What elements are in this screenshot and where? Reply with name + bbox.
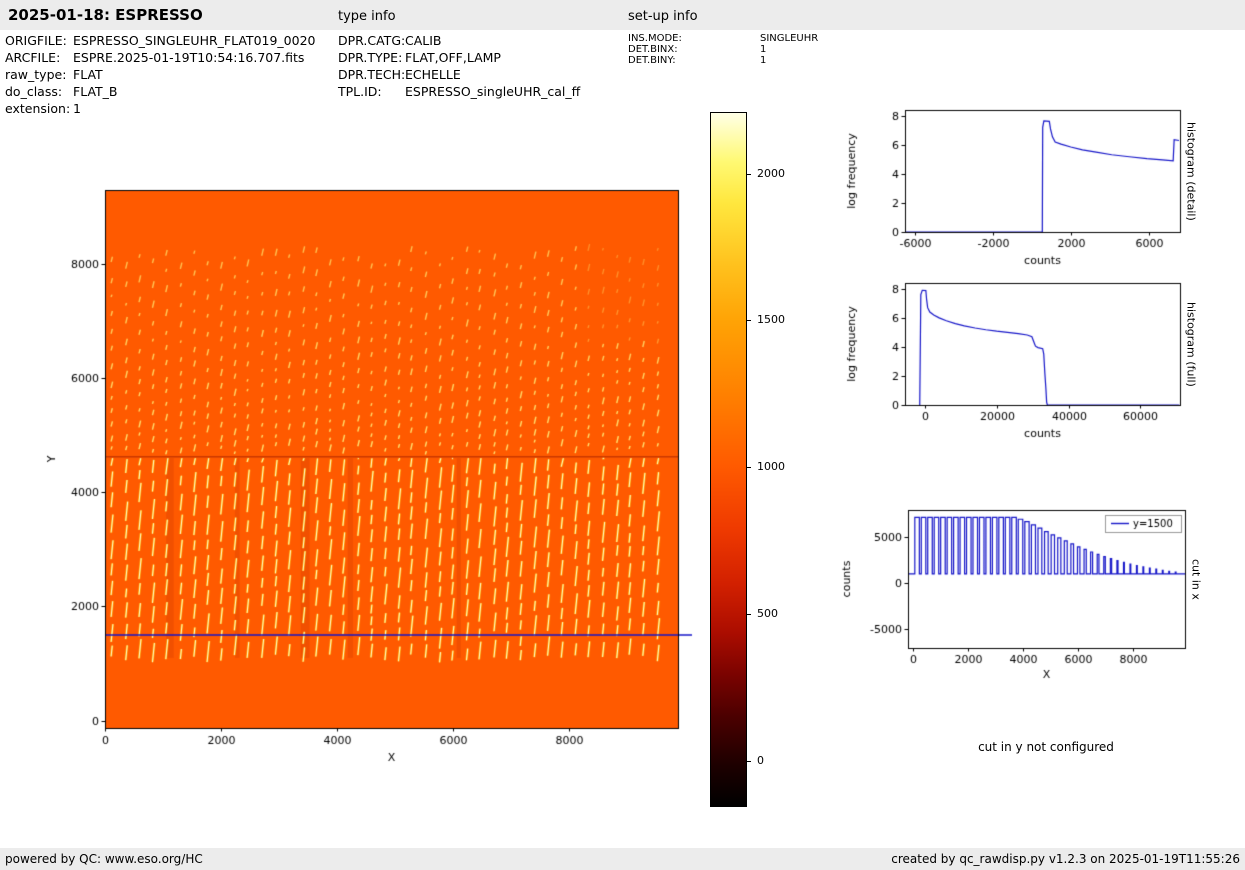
colorbar-tick-label: 1500 xyxy=(757,313,785,326)
colorbar-tick-label: 500 xyxy=(757,607,778,620)
meta-label: DET.BINY: xyxy=(628,55,676,66)
meta-label: INS.MODE: xyxy=(628,33,682,44)
meta-row: raw_type: FLAT xyxy=(5,66,316,83)
colorbar-gradient xyxy=(710,112,747,807)
histogram-detail-right-label: histogram (detail) xyxy=(1184,121,1198,221)
colorbar: 2000 1500 1000 500 0 xyxy=(710,112,800,812)
meta-label: extension: xyxy=(5,101,71,116)
header-bar: 2025-01-18: ESPRESSO type info set-up in… xyxy=(0,0,1245,30)
colorbar-tick-label: 2000 xyxy=(757,167,785,180)
meta-value: ECHELLE xyxy=(405,67,461,82)
meta-label: DET.BINX: xyxy=(628,44,678,55)
meta-label: do_class: xyxy=(5,84,63,99)
meta-row: DPR.TYPE: FLAT,OFF,LAMP xyxy=(338,49,580,66)
file-info-block: ORIGFILE: ESPRESSO_SINGLEUHR_FLAT019_0020… xyxy=(5,32,316,117)
footer-bar: powered by QC: www.eso.org/HC created by… xyxy=(0,848,1245,870)
meta-row: TPL.ID: ESPRESSO_singleUHR_cal_ff xyxy=(338,83,580,100)
meta-value: ESPRESSO_SINGLEUHR_FLAT019_0020 xyxy=(73,33,316,48)
meta-value: FLAT_B xyxy=(73,84,118,99)
colorbar-tick-label: 0 xyxy=(757,754,764,767)
meta-value: FLAT,OFF,LAMP xyxy=(405,50,501,65)
meta-row: ARCFILE: ESPRE.2025-01-19T10:54:16.707.fi… xyxy=(5,49,316,66)
meta-row: DET.BINY: 1 xyxy=(628,55,818,66)
meta-row: DPR.TECH: ECHELLE xyxy=(338,66,580,83)
meta-label: DPR.TYPE: xyxy=(338,50,403,65)
meta-label: DPR.CATG: xyxy=(338,33,406,48)
type-info-heading: type info xyxy=(338,9,396,24)
meta-label: ORIGFILE: xyxy=(5,33,67,48)
meta-row: ORIGFILE: ESPRESSO_SINGLEUHR_FLAT019_0020 xyxy=(5,32,316,49)
cut-in-x-canvas xyxy=(830,500,1210,690)
meta-row: INS.MODE: SINGLEUHR xyxy=(628,33,818,44)
histogram-full-canvas xyxy=(830,273,1210,453)
meta-value: 1 xyxy=(73,101,81,116)
meta-value: ESPRESSO_singleUHR_cal_ff xyxy=(405,84,581,99)
colorbar-tick xyxy=(747,614,751,615)
colorbar-tick xyxy=(747,174,751,175)
cut-in-x-right-label: cut in x xyxy=(1189,558,1203,600)
meta-label: TPL.ID: xyxy=(338,84,382,99)
meta-row: DET.BINX: 1 xyxy=(628,44,818,55)
meta-value: 1 xyxy=(760,44,767,55)
footer-left-text: powered by QC: www.eso.org/HC xyxy=(5,852,203,866)
colorbar-tick xyxy=(747,320,751,321)
meta-label: DPR.TECH: xyxy=(338,67,406,82)
footer-right-text: created by qc_rawdisp.py v1.2.3 on 2025-… xyxy=(891,852,1240,866)
histogram-full-right-label: histogram (full) xyxy=(1184,301,1198,387)
meta-value: ESPRE.2025-01-19T10:54:16.707.fits xyxy=(73,50,305,65)
colorbar-tick xyxy=(747,761,751,762)
cut-in-y-note: cut in y not configured xyxy=(978,740,1114,754)
histogram-detail-canvas xyxy=(830,100,1210,280)
setup-info-heading: set-up info xyxy=(628,9,698,24)
meta-row: do_class: FLAT_B xyxy=(5,83,316,100)
type-info-block: DPR.CATG: CALIB DPR.TYPE: FLAT,OFF,LAMP DP… xyxy=(338,32,580,100)
meta-row: extension: 1 xyxy=(5,100,316,117)
meta-value: CALIB xyxy=(405,33,442,48)
meta-label: ARCFILE: xyxy=(5,50,61,65)
setup-info-block: INS.MODE: SINGLEUHR DET.BINX: 1 DET.BINY: 1 xyxy=(628,33,818,66)
meta-value: FLAT xyxy=(73,67,103,82)
meta-label: raw_type: xyxy=(5,67,67,82)
meta-value: 1 xyxy=(760,55,767,66)
raw-image-plot-canvas xyxy=(40,180,700,780)
colorbar-tick-label: 1000 xyxy=(757,460,785,473)
page-title: 2025-01-18: ESPRESSO xyxy=(8,6,203,24)
colorbar-tick xyxy=(747,467,751,468)
qc-rawdisp-page: 2025-01-18: ESPRESSO type info set-up in… xyxy=(0,0,1245,870)
meta-row: DPR.CATG: CALIB xyxy=(338,32,580,49)
meta-value: SINGLEUHR xyxy=(760,33,819,44)
